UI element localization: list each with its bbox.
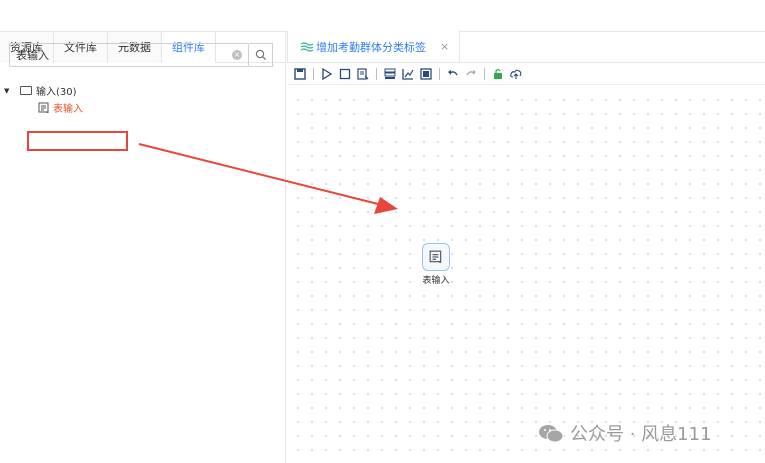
design-canvas[interactable]: 表输入: [287, 87, 765, 463]
component-tree: ▼ 输入(30) 表输入: [4, 82, 83, 116]
search-box: ×: [9, 43, 249, 67]
upload-cloud-icon[interactable]: [509, 67, 523, 81]
caret-down-icon[interactable]: ▼: [4, 87, 14, 95]
watermark-text: 公众号 · 风息111: [570, 424, 712, 445]
layout-icon[interactable]: [383, 67, 397, 81]
redo-icon[interactable]: [464, 67, 478, 81]
top-bar: [0, 0, 765, 32]
chart-icon[interactable]: [401, 67, 415, 81]
tree-item-table-input[interactable]: 表输入: [38, 99, 83, 116]
unlock-icon[interactable]: [491, 67, 505, 81]
toolbar-separator: [439, 67, 440, 80]
folder-icon: [20, 86, 32, 95]
image-icon[interactable]: [419, 67, 433, 81]
canvas-node-table-input[interactable]: [422, 243, 450, 271]
tab-document-title: 增加考勤群体分类标签: [316, 40, 426, 54]
stop-icon[interactable]: [338, 67, 352, 81]
search-input[interactable]: [16, 48, 232, 62]
close-icon[interactable]: ×: [440, 40, 449, 53]
tree-item-label: 表输入: [53, 104, 83, 115]
watermark: 公众号 · 风息111: [538, 420, 712, 446]
search-button[interactable]: [249, 43, 273, 67]
table-input-icon: [38, 102, 49, 113]
clear-icon[interactable]: ×: [232, 50, 242, 60]
preview-icon[interactable]: [356, 67, 370, 81]
toolbar-separator: [313, 67, 314, 80]
search-row: ×: [9, 43, 273, 67]
wechat-icon: [539, 425, 564, 443]
tab-document[interactable]: 增加考勤群体分类标签 ×: [287, 31, 461, 62]
tree-folder-label: 输入(30): [36, 87, 77, 98]
toolbar: [287, 63, 765, 85]
highlight-box: [27, 131, 128, 151]
canvas-node-label: 表输入: [422, 276, 450, 286]
toolbar-separator: [484, 67, 485, 80]
run-icon[interactable]: [320, 67, 334, 81]
wave-icon: [300, 41, 314, 52]
tree-folder-input[interactable]: ▼ 输入(30): [4, 82, 83, 99]
document-tab-bar: 增加考勤群体分类标签 ×: [287, 31, 765, 63]
undo-icon[interactable]: [446, 67, 460, 81]
design-area: 增加考勤群体分类标签 × 表输入: [287, 31, 765, 463]
save-icon[interactable]: [293, 67, 307, 81]
table-input-icon: [429, 250, 442, 263]
search-icon: [255, 49, 266, 61]
toolbar-separator: [376, 67, 377, 80]
